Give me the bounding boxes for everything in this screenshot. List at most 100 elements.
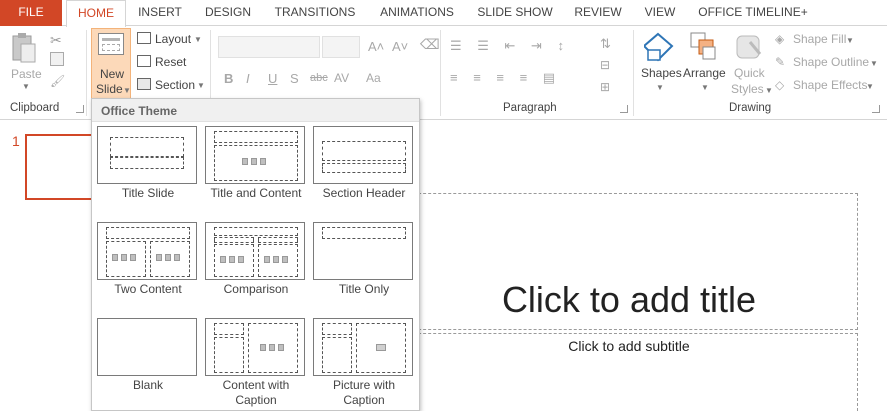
layout-title-and-content[interactable]: Title and Content (205, 126, 307, 218)
layout-thumbnail (97, 126, 197, 184)
copy-icon[interactable] (50, 52, 64, 66)
separator (440, 30, 441, 116)
layout-label: Title Slide (121, 186, 175, 200)
layout-button[interactable]: Layout (155, 32, 191, 46)
change-case-button[interactable]: Aa (366, 71, 381, 85)
tab-file[interactable]: FILE (0, 0, 62, 26)
content-icons (242, 157, 272, 167)
quick-styles-dropdown-icon[interactable]: ▼ (765, 86, 773, 95)
layout-thumbnail (313, 318, 413, 376)
separator (633, 30, 634, 116)
layout-dropdown-icon[interactable]: ▼ (194, 35, 202, 44)
shape-outline-icon: ✎ (775, 55, 786, 69)
tab-home[interactable]: HOME (66, 0, 126, 27)
tab-slide-show[interactable]: SLIDE SHOW (472, 0, 558, 26)
char-spacing-button[interactable]: AV (334, 71, 349, 85)
format-painter-icon[interactable]: 🖌 (50, 74, 65, 88)
shape-outline-button[interactable]: Shape Outline (793, 55, 869, 69)
layout-label: Picture with Caption (332, 378, 396, 407)
quick-styles-label-2[interactable]: Styles (731, 82, 764, 96)
subtitle-placeholder[interactable]: Click to add subtitle (393, 333, 858, 411)
align-icons[interactable]: ≡ ≡ ≡ ≡ ▤ (450, 70, 561, 86)
layout-blank[interactable]: Blank (97, 318, 199, 410)
layout-label: Title Only (338, 282, 390, 296)
content-icons (112, 253, 142, 263)
section-dropdown-icon[interactable]: ▼ (197, 81, 205, 90)
reset-button[interactable]: Reset (155, 55, 186, 69)
strikethrough-button[interactable]: abc (310, 72, 328, 84)
tab-office-timeline[interactable]: OFFICE TIMELINE+ (694, 0, 812, 26)
shape-effects-dropdown-icon[interactable]: ▼ (866, 82, 874, 91)
tab-transitions[interactable]: TRANSITIONS (268, 0, 362, 26)
section-button[interactable]: Section (155, 78, 195, 92)
layout-icon (137, 32, 151, 44)
quick-styles-label-1[interactable]: Quick (734, 66, 765, 80)
tab-view[interactable]: VIEW (640, 0, 680, 26)
bullets-icon[interactable]: ☰ ☰ ⇤ ⇥ ↕ (450, 38, 570, 54)
layout-section-header[interactable]: Section Header (313, 126, 415, 218)
align-text-icon[interactable]: ⊟ (600, 58, 610, 72)
layout-label: Content with Caption (222, 378, 290, 407)
gallery-heading: Office Theme (92, 99, 419, 122)
tab-review[interactable]: REVIEW (570, 0, 626, 26)
tab-insert[interactable]: INSERT (131, 0, 189, 26)
layout-content-with-caption[interactable]: Content with Caption (205, 318, 307, 410)
clear-format-icon[interactable]: ⌫ (420, 36, 440, 53)
section-icon (137, 78, 151, 90)
shape-effects-button[interactable]: Shape Effects (793, 78, 868, 92)
layout-thumbnail (205, 222, 305, 280)
title-placeholder[interactable]: Click to add title (393, 193, 858, 330)
cut-icon[interactable]: ✂ (50, 32, 66, 48)
paste-label[interactable]: Paste (11, 67, 42, 81)
layout-thumbnail (205, 318, 305, 376)
arrange-button[interactable]: Arrange (683, 66, 726, 80)
shape-fill-button[interactable]: Shape Fill (793, 32, 846, 46)
grow-font-icon[interactable]: A˄ (368, 39, 384, 54)
reset-icon (137, 55, 151, 67)
clipboard-group-label: Clipboard (10, 102, 60, 114)
shapes-button[interactable]: Shapes (641, 66, 682, 80)
layout-thumbnail (313, 222, 413, 280)
layout-thumbnail (205, 126, 305, 184)
shapes-icon (642, 32, 674, 64)
layout-title-only[interactable]: Title Only (313, 222, 415, 314)
paste-dropdown-icon[interactable]: ▼ (22, 82, 30, 91)
bold-button[interactable]: B (224, 71, 233, 86)
font-name-select[interactable] (218, 36, 320, 58)
slide-thumbnail[interactable] (25, 134, 93, 200)
arrange-dropdown-icon[interactable]: ▼ (701, 83, 709, 92)
italic-button[interactable]: I (246, 71, 250, 86)
tab-design[interactable]: DESIGN (199, 0, 257, 26)
slide-number: 1 (12, 133, 20, 149)
underline-button[interactable]: U (268, 71, 277, 86)
layout-picture-with-caption[interactable]: Picture with Caption (313, 318, 415, 410)
chevron-down-icon: ▼ (123, 86, 131, 95)
paste-icon[interactable] (10, 32, 38, 66)
arrange-icon (690, 32, 718, 62)
paragraph-launcher-icon[interactable] (620, 105, 628, 113)
shadow-button[interactable]: S (290, 71, 299, 86)
layout-label: Comparison (223, 282, 289, 296)
clipboard-launcher-icon[interactable] (76, 105, 84, 113)
subtitle-placeholder-text: Click to add subtitle (568, 338, 690, 354)
smartart-icon[interactable]: ⊞ (600, 80, 610, 94)
layout-two-content[interactable]: Two Content (97, 222, 199, 314)
layout-label: Blank (132, 378, 164, 392)
shrink-font-icon[interactable]: A˅ (392, 39, 408, 54)
new-slide-icon (98, 33, 124, 55)
shape-fill-dropdown-icon[interactable]: ▼ (846, 36, 854, 45)
new-slide-gallery: Office Theme Title Slide Title and Conte… (91, 98, 420, 411)
content-icons (220, 255, 250, 265)
text-direction-icon[interactable]: ⇅ (600, 36, 611, 52)
layout-label: Two Content (114, 282, 182, 296)
new-slide-button[interactable]: New Slide ▼ (91, 28, 131, 100)
content-icons (156, 253, 186, 263)
paragraph-group-label: Paragraph (503, 102, 557, 114)
layout-comparison[interactable]: Comparison (205, 222, 307, 314)
shapes-dropdown-icon[interactable]: ▼ (656, 83, 664, 92)
drawing-launcher-icon[interactable] (872, 105, 880, 113)
shape-outline-dropdown-icon[interactable]: ▼ (870, 59, 878, 68)
font-size-select[interactable] (322, 36, 360, 58)
layout-title-slide[interactable]: Title Slide (97, 126, 199, 218)
tab-animations[interactable]: ANIMATIONS (372, 0, 462, 26)
